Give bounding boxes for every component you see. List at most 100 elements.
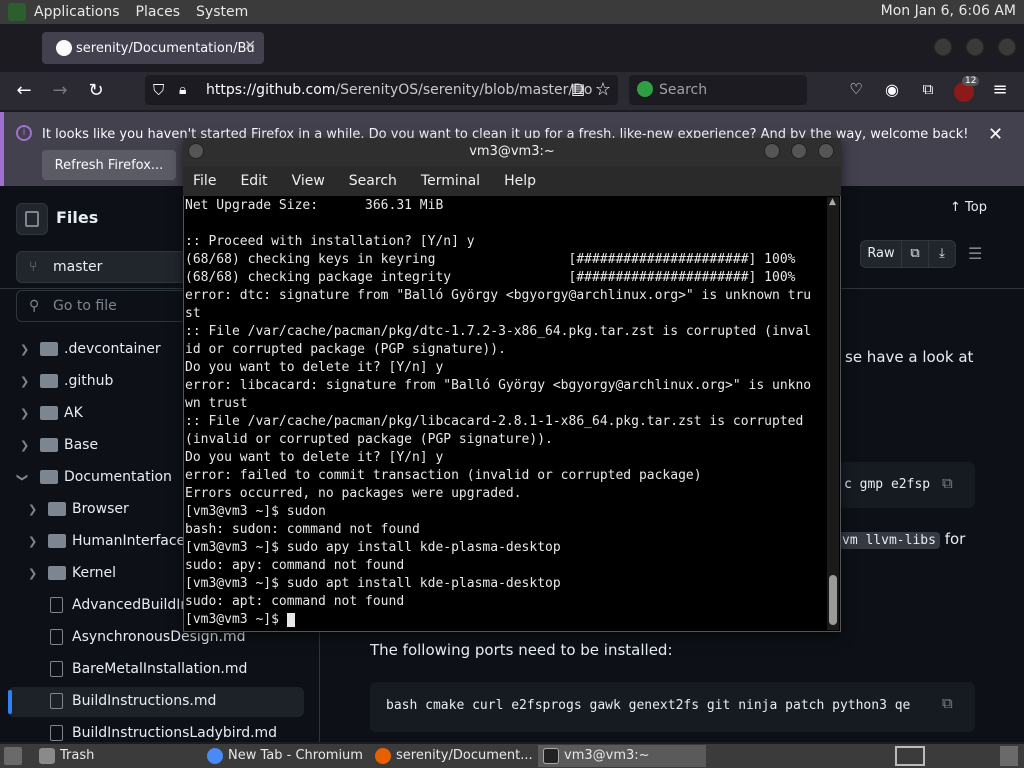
minimize-button[interactable] (934, 38, 952, 56)
terminal-line: Do you want to delete it? [Y/n] y (185, 450, 444, 465)
chevron-down-icon[interactable]: ❯ (16, 473, 29, 482)
chevron-right-icon[interactable]: ❯ (28, 503, 37, 516)
close-window-button[interactable] (998, 38, 1016, 56)
menu-icon[interactable]: ≡ (988, 79, 1012, 100)
tree-item-devcontainer[interactable]: .devcontainer (64, 334, 161, 364)
copy-icon[interactable]: ⧉ (942, 694, 953, 712)
terminal-line: (68/68) checking package integrity [####… (185, 270, 796, 285)
pocket-icon[interactable]: ♡ (844, 80, 868, 98)
system-menu[interactable]: System (188, 4, 256, 20)
terminal-scrollbar-thumb[interactable] (829, 575, 837, 625)
back-to-top-link[interactable]: ↑ Top (950, 200, 987, 215)
info-icon: i (16, 125, 32, 141)
chevron-right-icon[interactable]: ❯ (20, 375, 29, 388)
maximize-button[interactable] (966, 38, 984, 56)
system-logo-icon[interactable] (8, 3, 26, 21)
tree-item-baremetalinstallation[interactable]: BareMetalInstallation.md (72, 654, 247, 684)
terminal-minimize-button[interactable] (764, 143, 780, 159)
taskbar-item-chromium[interactable]: New Tab - Chromium (202, 745, 362, 767)
outline-icon[interactable]: ☰ (968, 244, 982, 263)
shield-icon[interactable]: ⛉ (153, 75, 164, 105)
tree-item-base[interactable]: Base (64, 430, 98, 460)
go-to-file-input[interactable]: ⚲ Go to file (16, 290, 188, 322)
terminal-title: vm3@vm3:~ (469, 144, 555, 159)
terminal-title-bar[interactable]: vm3@vm3:~ (183, 138, 841, 166)
terminal-menu-edit[interactable]: Edit (240, 173, 267, 189)
tree-item-buildinstructions[interactable]: BuildInstructions.md (72, 686, 216, 716)
terminal-line: Do you want to delete it? [Y/n] y (185, 360, 444, 375)
chevron-right-icon[interactable]: ❯ (20, 407, 29, 420)
terminal-output[interactable]: Net Upgrade Size: 366.31 MiB :: Proceed … (185, 197, 827, 630)
refresh-firefox-button[interactable]: Refresh Firefox... (42, 150, 176, 180)
url-bar[interactable]: ⛉ 🔒︎ https://github.com/SerenityOS/seren… (145, 75, 618, 105)
github-icon (56, 40, 72, 56)
places-menu[interactable]: Places (128, 4, 189, 20)
chevron-right-icon[interactable]: ❯ (28, 535, 37, 548)
browser-tab[interactable]: serenity/Documentation/Bu ✕ (42, 32, 264, 64)
chevron-right-icon[interactable]: ❯ (20, 343, 29, 356)
terminal-menu-file[interactable]: File (193, 173, 216, 189)
search-engine-icon (637, 81, 653, 97)
terminal-maximize-button[interactable] (791, 143, 807, 159)
forward-icon[interactable]: → (48, 80, 72, 101)
terminal-line: sudo: apt: command not found (185, 594, 405, 609)
arrow-up-icon: ↑ (950, 200, 966, 215)
bookmark-star-icon[interactable]: ☆ (591, 79, 615, 100)
download-icon[interactable]: ⤓ (928, 240, 956, 268)
terminal-menu-help[interactable]: Help (504, 173, 536, 189)
tree-item-advancedbuild[interactable]: AdvancedBuildIns (72, 590, 197, 620)
back-icon[interactable]: ← (12, 80, 36, 101)
workspace-switcher-icon[interactable] (895, 746, 925, 766)
taskbar-item-trash[interactable]: Trash (34, 745, 194, 767)
tab-title: serenity/Documentation/Bu (76, 40, 255, 56)
terminal-line: id or corrupted package (PGP signature))… (185, 342, 506, 357)
sidebar-toggle-button[interactable] (16, 203, 48, 235)
extensions-icon[interactable]: ⧉ (916, 80, 940, 98)
terminal-menu-terminal[interactable]: Terminal (421, 173, 480, 189)
folder-icon (40, 374, 58, 388)
taskbar-item-firefox[interactable]: serenity/Document... (370, 745, 532, 767)
tree-item-ak[interactable]: AK (64, 398, 83, 428)
clock[interactable]: Mon Jan 6, 6:06 AM (881, 3, 1016, 19)
scroll-up-icon[interactable]: ▲ (829, 197, 836, 207)
reload-icon[interactable]: ↻ (84, 80, 108, 101)
tree-item-browser[interactable]: Browser (72, 494, 129, 524)
firefox-icon (375, 748, 391, 764)
branch-name: master (53, 259, 103, 275)
terminal-menu-view[interactable]: View (292, 173, 325, 189)
terminal-menu-button[interactable] (188, 143, 204, 159)
close-tab-icon[interactable]: ✕ (244, 38, 256, 54)
branch-selector[interactable]: ⑂ master (16, 251, 188, 283)
terminal-line: Net Upgrade Size: 366.31 MiB (185, 198, 444, 213)
ports-code-block: bash cmake curl e2fsprogs gawk genext2fs… (370, 682, 975, 732)
taskbar-item-terminal[interactable]: vm3@vm3:~ (538, 745, 706, 767)
url-domain: https://github.com (206, 82, 336, 98)
copy-raw-icon[interactable]: ⧉ (901, 240, 929, 268)
terminal-menu-search[interactable]: Search (349, 173, 397, 189)
terminal-menubar: File Edit View Search Terminal Help (183, 166, 841, 196)
applications-menu[interactable]: Applications (26, 4, 128, 20)
tree-item-github[interactable]: .github (64, 366, 113, 396)
account-icon[interactable]: ◉ (880, 80, 904, 99)
chevron-right-icon[interactable]: ❯ (20, 439, 29, 452)
terminal-line: :: File /var/cache/pacman/pkg/dtc-1.7.2-… (185, 324, 812, 339)
ports-heading-text: The following ports need to be installed… (370, 641, 673, 659)
folder-icon (40, 342, 58, 356)
tree-item-documentation[interactable]: Documentation (64, 462, 172, 492)
reader-view-icon[interactable]: ▤ (566, 80, 590, 98)
show-desktop-icon[interactable] (4, 747, 22, 765)
search-bar[interactable]: Search (629, 75, 807, 105)
lock-icon[interactable]: 🔒︎ (179, 75, 186, 105)
terminal-close-button[interactable] (818, 143, 834, 159)
chevron-right-icon[interactable]: ❯ (28, 567, 37, 580)
raw-button[interactable]: Raw (860, 240, 902, 268)
copy-icon[interactable]: ⧉ (942, 474, 953, 492)
tree-item-kernel[interactable]: Kernel (72, 558, 116, 588)
close-notification-icon[interactable]: ✕ (988, 124, 1003, 145)
workspace-icon[interactable] (1000, 746, 1018, 766)
tree-item-humaninterfaceg[interactable]: HumanInterfaceG (72, 526, 196, 556)
terminal-scrollbar[interactable]: ▲ (827, 197, 839, 630)
readme-text: se have a look at (845, 348, 974, 366)
file-icon (50, 661, 63, 677)
